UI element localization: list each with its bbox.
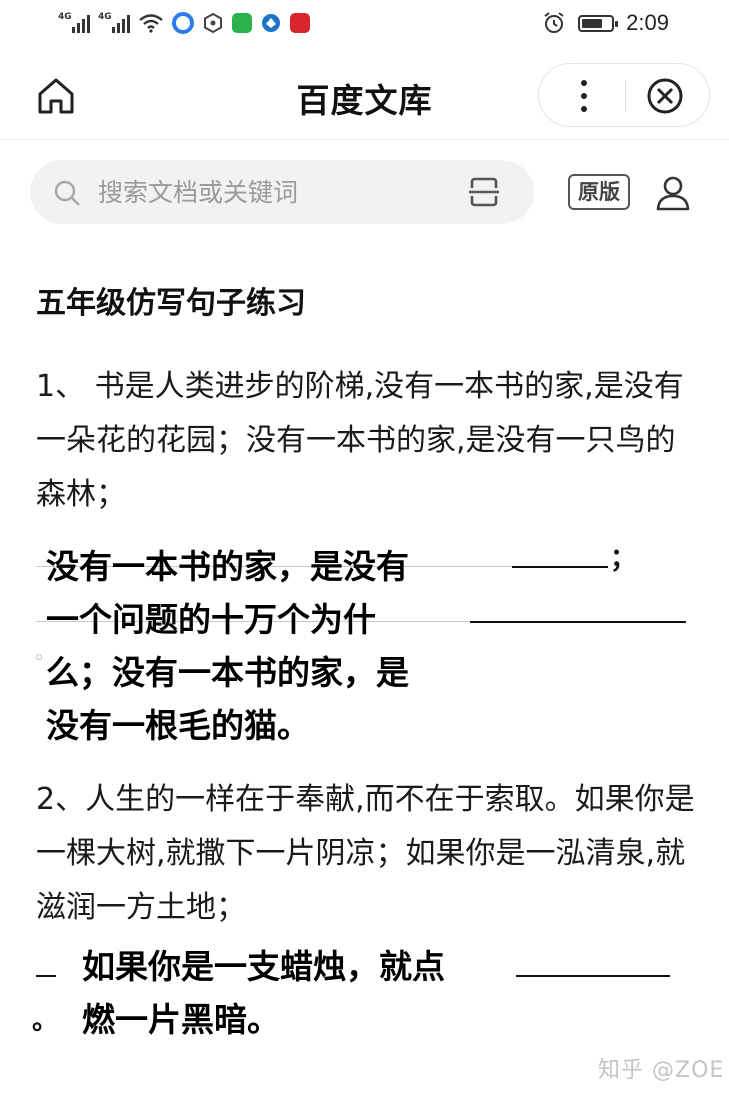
mini-program-capsule (538, 63, 710, 127)
capsule-divider (625, 80, 626, 112)
zhihu-watermark: 知乎 @ZOE (598, 1058, 725, 1083)
exercise-item-2: 2、人生的一样在于奉献,而不在于索取。如果你是一棵大树,就撒下一片阴凉；如果你是… (36, 782, 695, 925)
app-icon (262, 14, 280, 32)
fill-blank-line (36, 975, 56, 977)
app-icon (232, 13, 252, 33)
fill-blank-line (512, 566, 608, 568)
close-icon[interactable] (645, 76, 685, 116)
period-mark: 。 (32, 1006, 59, 1036)
status-left: 4G 4G (58, 12, 310, 34)
original-version-button[interactable]: 原版 (568, 174, 630, 210)
fill-blank-line (516, 975, 670, 977)
exercise-item-1: 1、 书是人类进步的阶梯,没有一本书的家,是没有一朵花的花园；没有一本书的家,是… (36, 369, 684, 512)
document-title: 五年级仿写句子练习 (36, 286, 306, 321)
search-box[interactable] (30, 160, 534, 224)
handwritten-answer-1: 没有一本书的家，是没有 一个问题的十万个为什 么；没有一本书的家，是 没有一根毛… (46, 540, 546, 752)
signal-icon: 4G (58, 13, 90, 33)
app-icon (204, 12, 222, 34)
wifi-icon (139, 14, 163, 33)
fill-blank-line (470, 621, 686, 623)
residual-mark: ◦ (34, 648, 45, 667)
app-icon (290, 13, 310, 33)
more-options-icon[interactable] (567, 72, 601, 120)
answer-line-text: 如果你是一支蜡烛，就点 (82, 947, 445, 986)
battery-level (582, 18, 603, 28)
answer-line-text: 没有一根毛的猫。 (46, 706, 310, 745)
battery-icon (578, 14, 619, 32)
search-input[interactable] (98, 174, 438, 210)
title-bar: 百度文库 (0, 48, 729, 140)
search-icon (54, 180, 80, 206)
handwritten-answer-2: 如果你是一支蜡烛，就点 燃一片黑暗。 (82, 940, 542, 1046)
network-type-label: 4G (58, 12, 72, 22)
alarm-icon (544, 12, 564, 33)
answer-line-text: 没有一本书的家，是没有 (46, 547, 409, 586)
signal-icon: 4G (98, 13, 130, 33)
network-type-label: 4G (98, 12, 112, 22)
semicolon-mark: ； (610, 544, 637, 574)
status-bar: 4G 4G 2:09 (0, 0, 729, 48)
clock-time: 2:09 (626, 10, 669, 35)
answer-line-text: 燃一片黑暗。 (82, 1000, 280, 1039)
app-icon (172, 12, 194, 34)
answer-line-text: 么；没有一本书的家，是 (46, 653, 409, 692)
user-icon[interactable] (655, 175, 691, 211)
status-right: 2:09 (542, 10, 669, 36)
answer-line-text: 一个问题的十万个为什 (46, 600, 376, 639)
scan-icon[interactable] (468, 177, 500, 207)
